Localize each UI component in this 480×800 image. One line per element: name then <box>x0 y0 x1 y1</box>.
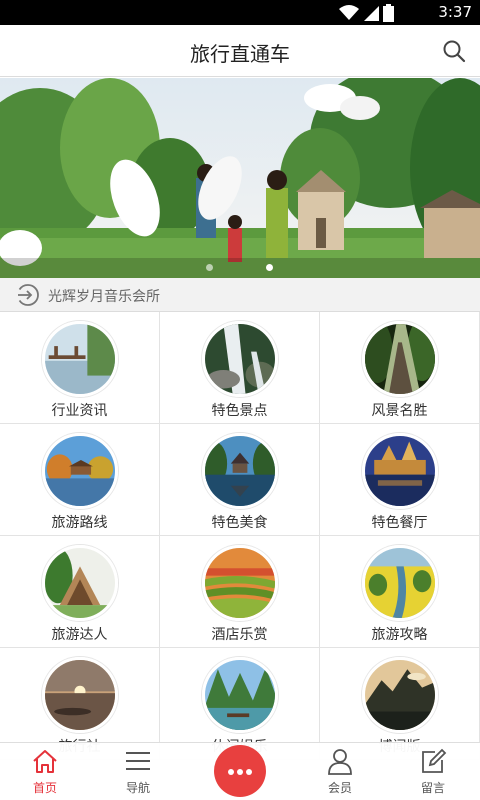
status-bar: 3:37 <box>0 0 480 25</box>
grid-item[interactable]: 旅游攻略 <box>320 536 480 648</box>
status-time: 3:37 <box>438 3 472 21</box>
category-photo <box>42 433 118 509</box>
login-arrow-icon <box>18 284 39 306</box>
category-label: 行业资讯 <box>51 403 108 419</box>
user-icon <box>328 749 352 775</box>
edit-icon <box>422 748 447 773</box>
category-photo <box>362 657 438 733</box>
tab-member-label: 会员 <box>327 781 352 795</box>
grid-item[interactable]: 酒店乐赏 <box>160 536 320 648</box>
category-photo <box>362 545 438 621</box>
grid-item[interactable]: 旅游达人 <box>0 536 160 648</box>
bottom-tab-bar: 首页 导航 会员 留言 <box>0 742 480 800</box>
tab-message[interactable]: 留言 <box>398 743 468 800</box>
tab-navigation-label: 导航 <box>125 781 150 795</box>
category-photo <box>42 657 118 733</box>
carousel-dot[interactable] <box>206 264 213 271</box>
category-label: 特色餐厅 <box>371 515 428 531</box>
category-photo <box>202 545 278 621</box>
grid-item[interactable]: 特色餐厅 <box>320 424 480 536</box>
tab-home-label: 首页 <box>32 781 57 795</box>
more-button[interactable] <box>214 745 266 797</box>
notice-bar[interactable]: 光辉岁月音乐会所 <box>0 278 480 312</box>
home-icon <box>33 750 57 773</box>
banner-carousel[interactable] <box>0 78 480 278</box>
category-label: 酒店乐赏 <box>211 627 268 643</box>
app-header: 旅行直通车 <box>0 25 480 77</box>
wifi-icon <box>339 4 359 20</box>
search-icon[interactable] <box>442 39 466 63</box>
category-label: 风景名胜 <box>371 403 428 419</box>
category-photo <box>202 433 278 509</box>
carousel-indicator <box>0 258 480 278</box>
carousel-dot-active[interactable] <box>266 264 273 271</box>
category-photo <box>202 321 278 397</box>
grid-item[interactable]: 特色景点 <box>160 312 320 424</box>
category-photo <box>202 657 278 733</box>
tab-home[interactable]: 首页 <box>10 743 80 800</box>
signal-icon <box>364 5 379 21</box>
grid-item[interactable]: 行业资讯 <box>0 312 160 424</box>
more-dots-icon <box>246 769 252 775</box>
category-photo <box>362 321 438 397</box>
more-dots-icon <box>228 769 234 775</box>
status-icons <box>339 3 394 22</box>
category-label: 特色美食 <box>211 515 268 531</box>
category-label: 旅游达人 <box>51 627 108 643</box>
page-title: 旅行直通车 <box>190 42 290 66</box>
category-label: 旅游路线 <box>51 515 108 531</box>
battery-icon <box>383 3 394 22</box>
grid-item[interactable]: 特色美食 <box>160 424 320 536</box>
grid-item[interactable]: 旅游路线 <box>0 424 160 536</box>
category-photo <box>362 433 438 509</box>
more-dots-icon <box>237 769 243 775</box>
banner-photo <box>0 78 480 278</box>
category-photo <box>42 321 118 397</box>
tab-navigation[interactable]: 导航 <box>103 743 173 800</box>
notice-text: 光辉岁月音乐会所 <box>48 289 160 305</box>
tab-member[interactable]: 会员 <box>305 743 375 800</box>
category-label: 特色景点 <box>211 403 268 419</box>
menu-icon <box>126 752 150 770</box>
category-photo <box>42 545 118 621</box>
tab-message-label: 留言 <box>420 781 445 795</box>
grid-item[interactable]: 风景名胜 <box>320 312 480 424</box>
category-grid: 行业资讯 特色景点 风景名胜 旅游路线 特色美食 特色餐厅 旅游达人 酒店乐赏 … <box>0 312 480 760</box>
category-label: 旅游攻略 <box>371 627 428 643</box>
